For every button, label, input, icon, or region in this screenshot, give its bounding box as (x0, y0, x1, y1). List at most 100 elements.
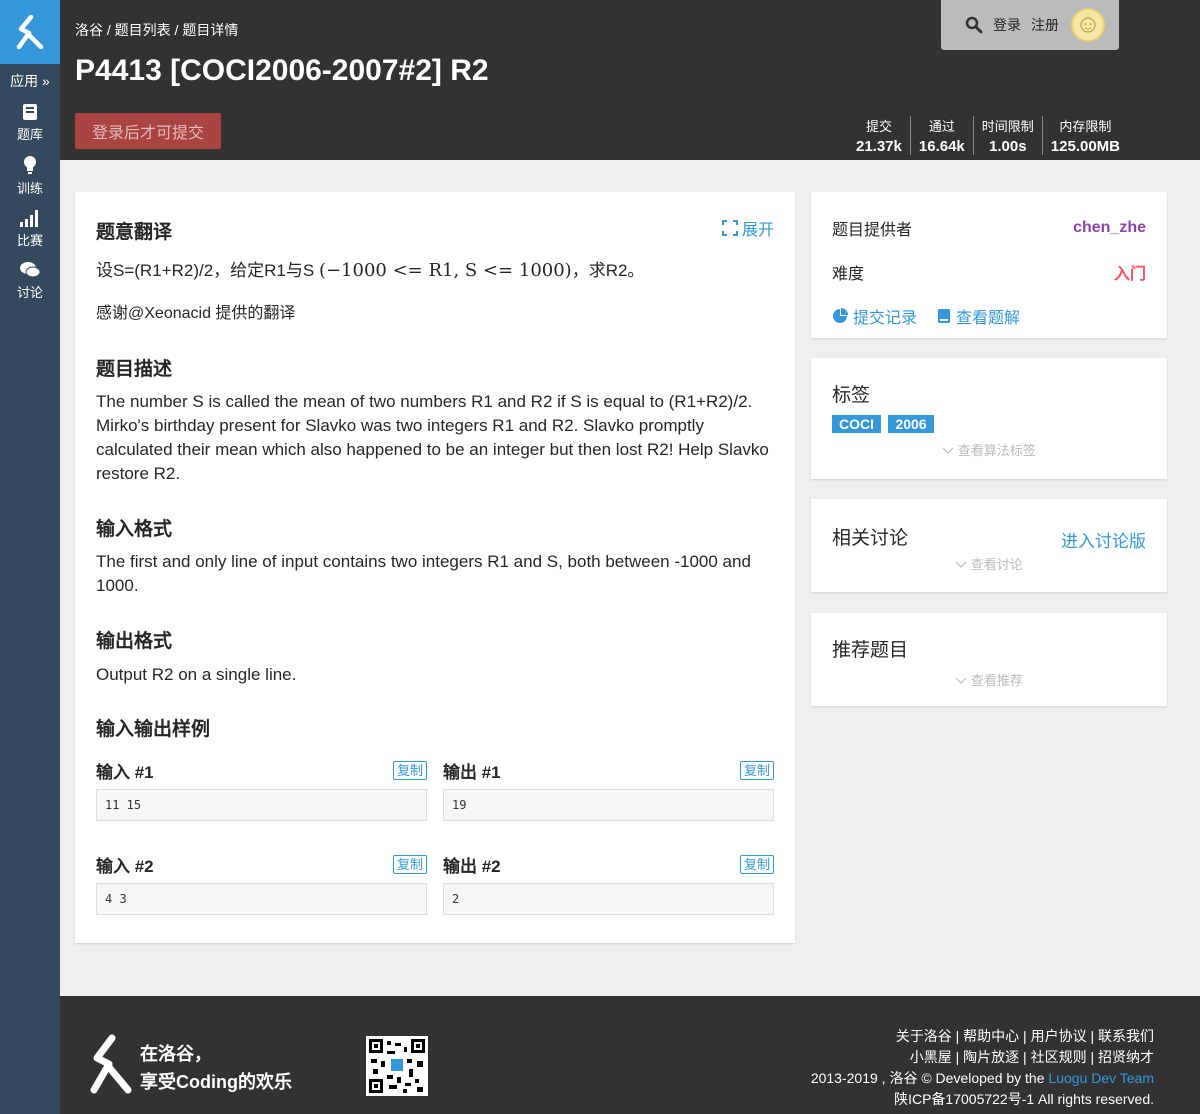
slogan-line-2: 享受Coding的欢乐 (140, 1072, 292, 1092)
chevron-down-icon (942, 447, 954, 454)
show-tags-toggle[interactable]: 查看算法标签 (832, 440, 1146, 459)
tag-item[interactable]: COCI (832, 415, 881, 433)
chevron-down-icon (955, 561, 967, 568)
book-icon (938, 309, 951, 323)
sample-input-code[interactable]: 4 3 (96, 883, 427, 915)
copy-button[interactable]: 复制 (392, 854, 427, 874)
qr-code (366, 1036, 428, 1096)
input-format-text: The first and only line of input contain… (96, 552, 751, 595)
stat-label: 时间限制 (981, 119, 1034, 134)
luogu-logo[interactable] (0, 0, 60, 64)
avatar[interactable] (1071, 8, 1105, 42)
difficulty-label: 难度 (832, 266, 865, 283)
sample-output-label: 输出 #2 (443, 856, 501, 876)
show-discussion-label: 查看讨论 (970, 557, 1023, 572)
login-link[interactable]: 登录 (993, 15, 1021, 35)
output-format-heading: 输出格式 (96, 631, 173, 652)
page-title: P4413 [COCI2006-2007#2] R2 (75, 54, 489, 87)
sample-output-label: 输出 #1 (443, 762, 501, 782)
book-icon (23, 104, 37, 120)
footer-links-row-2[interactable]: 小黑屋 | 陶片放逐 | 社区规则 | 招贤纳才 (811, 1047, 1154, 1068)
input-format-heading: 输入格式 (96, 519, 173, 540)
apps-menu[interactable]: 应用 » (0, 71, 60, 91)
sample-output-code[interactable]: 2 (443, 883, 774, 915)
output-format-text: Output R2 on a single line. (96, 665, 297, 684)
show-recommend-toggle[interactable]: 查看推荐 (832, 670, 1146, 689)
stat-value: 1.00s (989, 138, 1027, 155)
records-label: 提交记录 (853, 310, 918, 327)
sample-input-label: 输入 #2 (96, 856, 154, 876)
copy-button[interactable]: 复制 (739, 854, 774, 874)
expand-button[interactable]: 展开 (721, 216, 774, 240)
stat-submissions: 提交 21.37k (848, 116, 911, 155)
chevron-down-icon (955, 677, 967, 684)
sample-input-2: 输入 #2 复制 4 3 (96, 853, 427, 915)
sample-input-1: 输入 #1 复制 11 15 (96, 759, 427, 821)
stat-label: 提交 (865, 119, 892, 134)
sample-output-code[interactable]: 19 (443, 789, 774, 821)
sidebar-item-discuss[interactable]: 讨论 (0, 261, 60, 301)
luogu-footer-logo-icon (90, 1034, 132, 1094)
copy-button[interactable]: 复制 (392, 760, 427, 780)
footer-icp[interactable]: 陕ICP备17005722号-1 All rights reserved. (811, 1089, 1154, 1110)
show-tags-label: 查看算法标签 (957, 443, 1036, 458)
copy-button[interactable]: 复制 (739, 760, 774, 780)
tag-item[interactable]: 2006 (888, 415, 934, 433)
show-discussion-toggle[interactable]: 查看讨论 (832, 554, 1146, 573)
slogan-line-1: 在洛谷， (140, 1044, 212, 1064)
translation-math: (−1000 <= R1, S <= 1000) (318, 260, 572, 281)
qr-code-image (369, 1039, 425, 1093)
avatar-cat-icon (1080, 17, 1096, 33)
sidebar: 应用 » 题库 训练 比赛 讨论 (0, 0, 60, 1114)
pie-chart-icon (833, 308, 848, 323)
difficulty-value: 入门 (1113, 266, 1146, 283)
enter-discussion-link[interactable]: 进入讨论版 (1061, 527, 1146, 552)
show-recommend-label: 查看推荐 (970, 673, 1023, 688)
page-header: 洛谷 / 题目列表 / 题目详情 P4413 [COCI2006-2007#2]… (60, 0, 1200, 160)
stat-value: 125.00MB (1050, 138, 1121, 155)
translation-prefix: 设S=(R1+R2)/2，给定R1与S (96, 261, 319, 280)
user-nav: 登录 注册 (941, 0, 1119, 50)
dev-team-link[interactable]: Luogu Dev Team (1048, 1070, 1154, 1086)
solutions-link[interactable]: 查看题解 (937, 304, 1020, 328)
sidebar-item-label: 讨论 (16, 285, 43, 300)
submit-button[interactable]: 登录后才可提交 (75, 113, 221, 149)
lightbulb-icon (24, 156, 36, 174)
tag-list: COCI 2006 (832, 415, 1146, 434)
sample-output-1: 输出 #1 复制 19 (443, 759, 774, 821)
sidebar-item-label: 比赛 (16, 233, 43, 248)
sample-input-label: 输入 #1 (96, 762, 154, 782)
records-link[interactable]: 提交记录 (832, 304, 917, 328)
sidebar-item-training[interactable]: 训练 (0, 155, 60, 197)
translation-suffix: ，求R2。 (571, 261, 645, 280)
footer-links-row-1[interactable]: 关于洛谷 | 帮助中心 | 用户协议 | 联系我们 (811, 1026, 1154, 1047)
signal-bars-icon (20, 210, 38, 227)
sample-output-2: 输出 #2 复制 2 (443, 853, 774, 915)
translation-text: 设S=(R1+R2)/2，给定R1与S (−1000 <= R1, S <= 1… (96, 259, 644, 283)
footer-info: 关于洛谷 | 帮助中心 | 用户协议 | 联系我们 小黑屋 | 陶片放逐 | 社… (811, 1026, 1154, 1110)
provider-name[interactable]: chen_zhe (1073, 219, 1146, 237)
translation-credit: 感谢@Xeonacid 提供的翻译 (96, 305, 296, 322)
footer-slogan: 在洛谷， 享受Coding的欢乐 (140, 1040, 292, 1096)
register-link[interactable]: 注册 (1031, 15, 1059, 35)
footer-copyright: 2013-2019 , 洛谷 © Developed by the Luogu … (811, 1068, 1154, 1089)
breadcrumb[interactable]: 洛谷 / 题目列表 / 题目详情 (75, 20, 238, 40)
sidebar-item-contests[interactable]: 比赛 (0, 209, 60, 249)
problem-info-card: 题目提供者 chen_zhe 难度 入门 提交记录 查看题解 (811, 192, 1167, 338)
description-text: The number S is called the mean of two n… (96, 392, 769, 483)
sample-pair-1: 输入 #1 复制 11 15 输出 #1 复制 19 (96, 759, 774, 821)
stat-label: 内存限制 (1059, 119, 1112, 134)
sample-pair-2: 输入 #2 复制 4 3 输出 #2 复制 2 (96, 853, 774, 915)
stat-value: 16.64k (918, 138, 965, 155)
tags-card: 标签 COCI 2006 查看算法标签 (811, 358, 1167, 479)
luogu-logo-icon (16, 15, 44, 49)
stat-memory-limit: 内存限制 125.00MB (1043, 116, 1128, 155)
sidebar-item-problems[interactable]: 题库 (0, 103, 60, 143)
sample-input-code[interactable]: 11 15 (96, 789, 427, 821)
search-icon[interactable] (965, 16, 983, 34)
comments-icon (20, 262, 41, 278)
page-footer: 在洛谷， 享受Coding的欢乐 关于洛谷 | 帮助中心 | 用户协议 | 联系… (60, 996, 1200, 1114)
samples-heading: 输入输出样例 (96, 719, 211, 740)
recommend-title: 推荐题目 (832, 640, 909, 661)
problem-card: 题意翻译 展开 设S=(R1+R2)/2，给定R1与S (−1000 <= R1… (75, 192, 795, 943)
